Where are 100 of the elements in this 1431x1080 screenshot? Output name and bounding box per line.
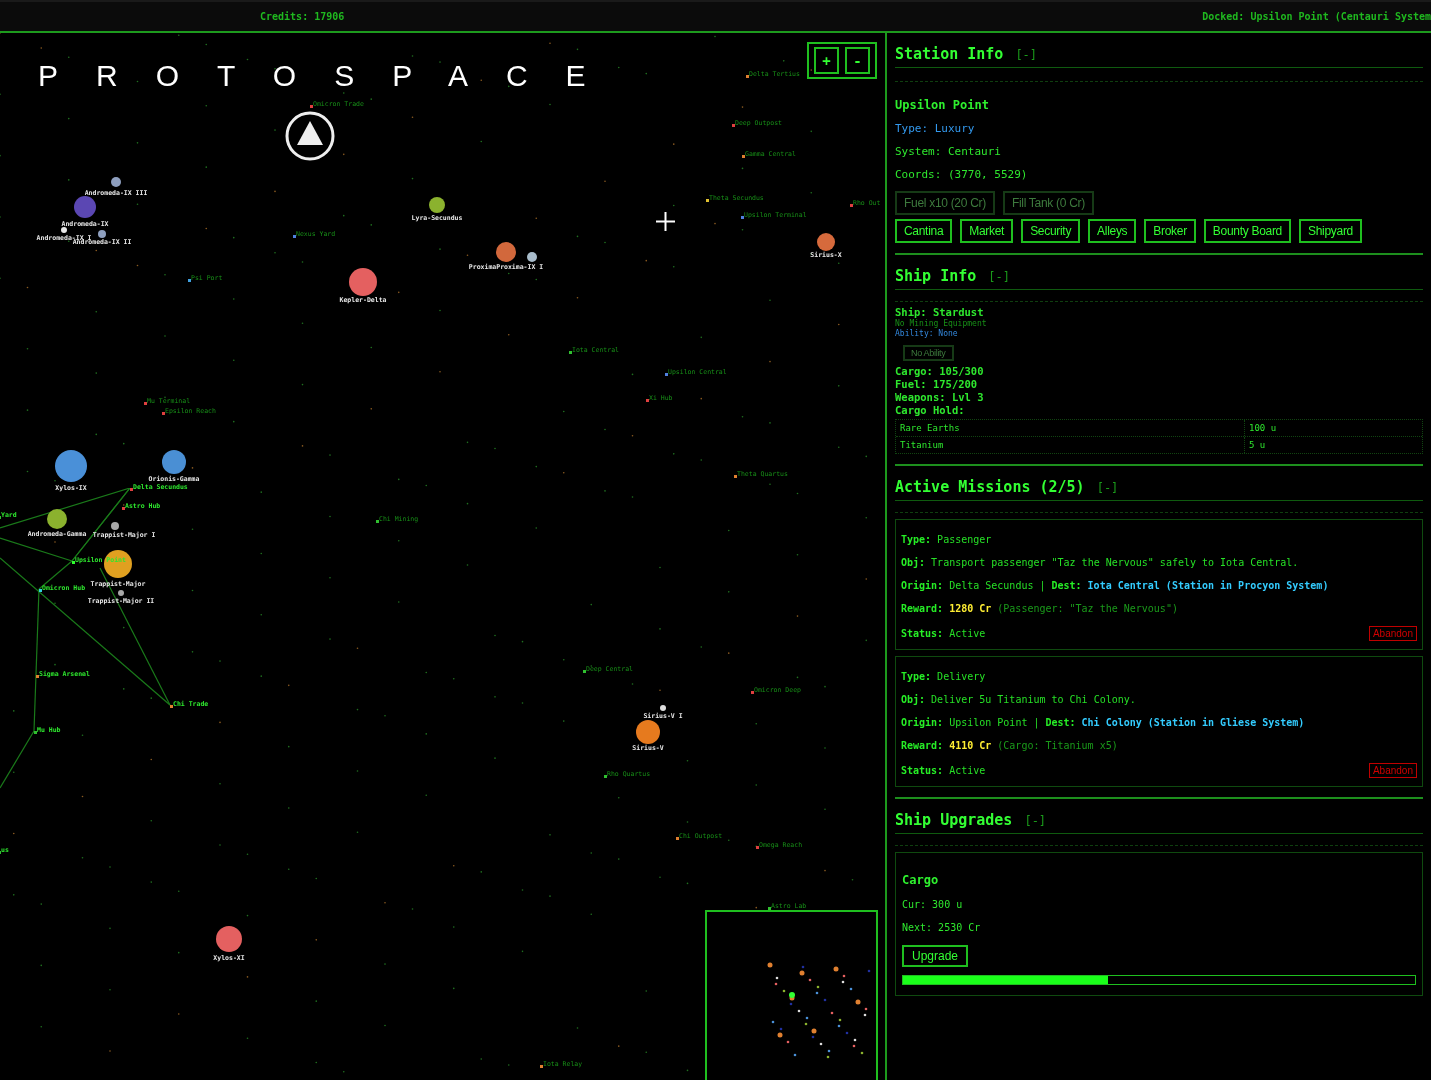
mission-line: Reward: 1280 Cr (Passenger: "Taz the Nervous") bbox=[901, 603, 1179, 614]
planet[interactable] bbox=[111, 522, 119, 530]
planet[interactable] bbox=[817, 233, 835, 251]
docked-status: Docked: Upsilon Point (Centauri System bbox=[1202, 11, 1431, 22]
station-detail: System: Centauri bbox=[895, 145, 1002, 158]
ship-stat: Cargo Hold: bbox=[895, 404, 966, 417]
collapse-toggle[interactable]: [-] bbox=[1096, 481, 1119, 495]
station-marker-icon[interactable] bbox=[850, 204, 853, 207]
planet[interactable] bbox=[55, 450, 87, 482]
planet[interactable] bbox=[660, 705, 666, 711]
planet[interactable] bbox=[47, 509, 67, 529]
station-marker-icon[interactable] bbox=[604, 775, 607, 778]
collapse-toggle[interactable]: [-] bbox=[1024, 814, 1047, 828]
abandon-button[interactable]: Abandon bbox=[1368, 626, 1417, 641]
mission-line: Reward: 4110 Cr (Cargo: Titanium x5) bbox=[901, 740, 1119, 751]
station-marker-icon[interactable] bbox=[36, 675, 39, 678]
station-marker-icon[interactable] bbox=[665, 373, 668, 376]
planet[interactable] bbox=[104, 550, 132, 578]
mission-line: Type: Passenger bbox=[901, 534, 993, 545]
table-cell: 5 u bbox=[1244, 437, 1422, 453]
station-nav-button[interactable]: Shipyard bbox=[1299, 219, 1362, 243]
upgrade-name: Cargo bbox=[902, 873, 940, 887]
station-marker-icon[interactable] bbox=[734, 475, 737, 478]
upgrade-current: Cur: 300 u bbox=[902, 899, 964, 910]
station-marker-icon[interactable] bbox=[72, 561, 75, 564]
mission-line: Origin: Delta Secundus | Dest: Iota Central (Station in Procyon System) bbox=[901, 580, 1330, 591]
station-nav-button[interactable]: Cantina bbox=[895, 219, 953, 243]
planet[interactable] bbox=[216, 926, 242, 952]
planet[interactable] bbox=[98, 230, 106, 238]
game-logo: PROTOSPACE bbox=[38, 59, 624, 93]
collapse-toggle[interactable]: [-] bbox=[1015, 48, 1038, 62]
upgrade-cost: Next: 2530 Cr bbox=[902, 922, 982, 933]
crosshair-icon bbox=[656, 212, 675, 231]
station-marker-icon[interactable] bbox=[569, 351, 572, 354]
mission-line: Obj: Transport passenger "Taz the Nervous" safely to Iota Central. bbox=[901, 557, 1300, 568]
planet[interactable] bbox=[61, 227, 67, 233]
station-marker-icon[interactable] bbox=[162, 412, 165, 415]
table-cell-text: Titanium bbox=[899, 439, 945, 452]
upgrade-button[interactable]: Upgrade bbox=[902, 945, 969, 967]
station-nav-button[interactable]: Security bbox=[1021, 219, 1081, 243]
ship-name: Ship: Stardust bbox=[895, 306, 984, 319]
station-marker-icon[interactable] bbox=[751, 691, 754, 694]
credits-readout: Credits: 17906 bbox=[260, 11, 345, 22]
mission-line: Type: Delivery bbox=[901, 671, 987, 682]
station-detail: Coords: (3770, 5529) bbox=[895, 168, 1029, 181]
station-marker-icon[interactable] bbox=[732, 124, 735, 127]
station-nav-button[interactable]: Market bbox=[960, 219, 1014, 243]
section-title: Active Missions (2/5) bbox=[895, 478, 1085, 496]
table-cell: 100 u bbox=[1244, 420, 1422, 436]
station-marker-icon[interactable] bbox=[646, 399, 649, 402]
planet[interactable] bbox=[162, 450, 186, 474]
mission-line: Origin: Upsilon Point | Dest: Chi Colony (Station in Gliese System) bbox=[901, 717, 1306, 728]
zoom-in-button[interactable]: + bbox=[814, 47, 839, 74]
station-marker-icon[interactable] bbox=[130, 488, 133, 491]
mission-status: Status: Active bbox=[901, 628, 986, 639]
planet[interactable] bbox=[527, 252, 537, 262]
station-marker-icon[interactable] bbox=[34, 731, 37, 734]
station-marker-icon[interactable] bbox=[376, 520, 379, 523]
section-title: Ship Upgrades bbox=[895, 811, 1013, 829]
station-marker-icon[interactable] bbox=[122, 507, 125, 510]
ability-status: Ability: None bbox=[895, 329, 959, 339]
station-nav-button[interactable]: Bounty Board bbox=[1203, 219, 1291, 243]
station-marker-icon[interactable] bbox=[310, 105, 313, 108]
station-marker-icon[interactable] bbox=[746, 75, 749, 78]
mission-status: Status: Active bbox=[901, 765, 986, 776]
station-detail: Type: Luxury bbox=[895, 122, 976, 135]
mining-status: No Mining Equipment bbox=[895, 319, 988, 329]
planet[interactable] bbox=[118, 590, 124, 596]
ship-stat: Cargo: 105/300 bbox=[895, 365, 985, 378]
station-marker-icon[interactable] bbox=[144, 402, 147, 405]
collapse-toggle[interactable]: [-] bbox=[988, 270, 1010, 284]
station-nav-button[interactable]: Alleys bbox=[1088, 219, 1137, 243]
ship-stat: Fuel: 175/200 bbox=[895, 378, 979, 391]
station-marker-icon[interactable] bbox=[742, 155, 745, 158]
station-nav-button[interactable]: Broker bbox=[1144, 219, 1196, 243]
station-marker-icon[interactable] bbox=[706, 199, 709, 202]
planet[interactable] bbox=[429, 197, 445, 213]
planet[interactable] bbox=[636, 720, 660, 744]
station-marker-icon[interactable] bbox=[188, 279, 191, 282]
mission-line: Obj: Deliver 5u Titanium to Chi Colony. bbox=[901, 694, 1137, 705]
station-marker-icon[interactable] bbox=[768, 907, 771, 910]
station-marker-icon[interactable] bbox=[170, 705, 173, 708]
minimap-drawing[interactable] bbox=[705, 910, 878, 1080]
abandon-button[interactable]: Abandon bbox=[1368, 763, 1417, 778]
station-marker-icon[interactable] bbox=[583, 670, 586, 673]
station-marker-icon[interactable] bbox=[741, 216, 744, 219]
section-title: Ship Info bbox=[895, 267, 977, 285]
ship-stat: Weapons: Lvl 3 bbox=[895, 391, 985, 404]
table-cell-text: Rare Earths bbox=[899, 422, 961, 435]
zoom-out-button[interactable]: - bbox=[845, 47, 870, 74]
station-marker-icon[interactable] bbox=[676, 837, 679, 840]
ship-icon[interactable] bbox=[284, 110, 336, 162]
station-name: Upsilon Point bbox=[895, 98, 990, 112]
section-title: Station Info bbox=[895, 45, 1004, 63]
station-marker-icon[interactable] bbox=[293, 235, 296, 238]
planet[interactable] bbox=[111, 177, 121, 187]
station-marker-icon[interactable] bbox=[39, 589, 42, 592]
station-marker-icon[interactable] bbox=[756, 846, 759, 849]
planet[interactable] bbox=[349, 268, 377, 296]
station-marker-icon[interactable] bbox=[540, 1065, 543, 1068]
